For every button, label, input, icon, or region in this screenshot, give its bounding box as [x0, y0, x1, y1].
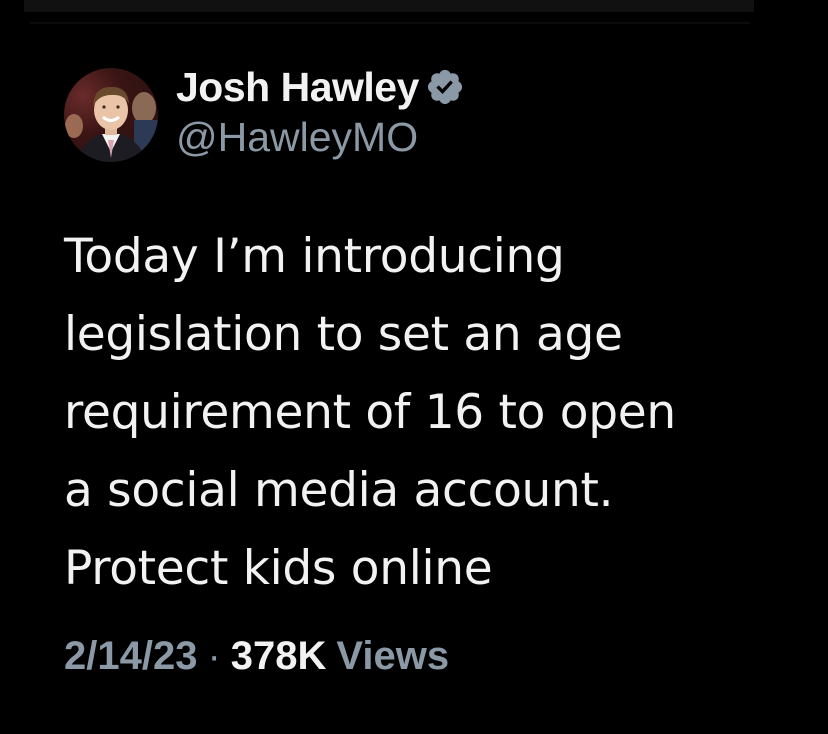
tweet-header: Josh Hawley @HawleyMO [64, 60, 804, 170]
tweet-text-line: Protect kids online [64, 541, 493, 596]
verified-badge-icon[interactable] [425, 67, 465, 107]
avatar[interactable] [64, 68, 158, 162]
author-names: Josh Hawley @HawleyMO [176, 63, 465, 161]
tweet-date[interactable]: 2/14/23 [64, 634, 197, 679]
top-bar [24, 0, 754, 12]
tweet-text: Today I’m introducing legislation to set… [64, 218, 784, 608]
tweet[interactable]: Josh Hawley @HawleyMO Today I’m introduc… [64, 60, 804, 679]
handle[interactable]: @HawleyMO [176, 113, 465, 161]
name-row: Josh Hawley [176, 63, 465, 111]
tweet-text-line: a social media account. [64, 463, 614, 518]
top-divider [30, 22, 750, 24]
tweet-text-line: Today I’m introducing [64, 229, 565, 284]
display-name[interactable]: Josh Hawley [176, 63, 419, 111]
meta-separator: · [207, 634, 221, 678]
tweet-text-line: legislation to set an age [64, 307, 623, 362]
tweet-text-line: requirement of 16 to open [64, 385, 676, 440]
avatar-photo [65, 86, 158, 162]
tweet-meta: 2/14/23 · 378K Views [64, 634, 804, 679]
views-label: Views [336, 634, 450, 678]
views-count[interactable]: 378K [231, 634, 327, 679]
